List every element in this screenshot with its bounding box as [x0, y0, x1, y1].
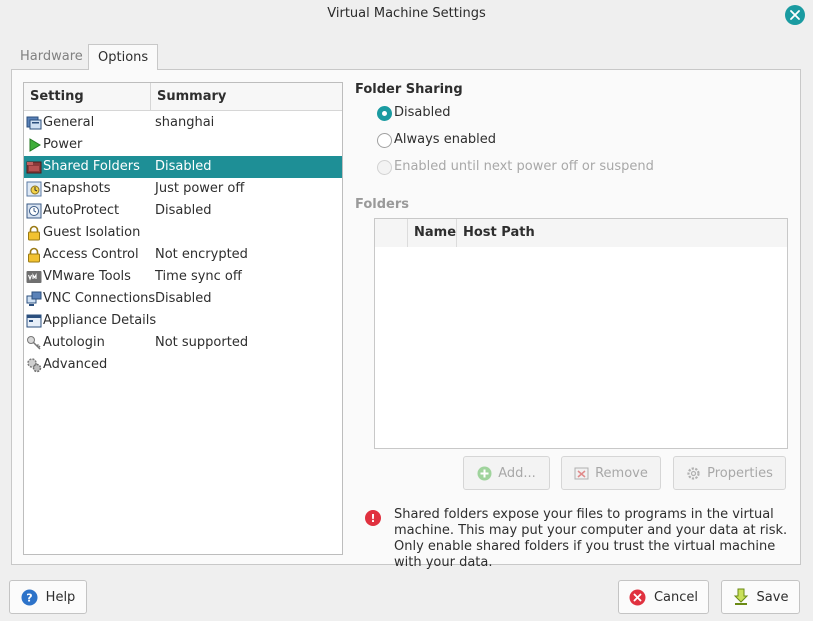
- folder-sharing-title: Folder Sharing: [355, 82, 463, 97]
- radio-label: Always enabled: [394, 132, 497, 147]
- list-item-guest-isolation[interactable]: Guest Isolation: [24, 222, 342, 244]
- close-button[interactable]: [785, 5, 805, 25]
- setting-name: Appliance Details: [43, 313, 157, 328]
- list-item-snapshots[interactable]: Snapshots Just power off: [24, 178, 342, 200]
- setting-name: AutoProtect: [43, 203, 120, 218]
- appliance-icon: [26, 314, 42, 328]
- list-item-advanced[interactable]: Advanced: [24, 354, 342, 376]
- setting-summary: Disabled: [155, 159, 212, 174]
- remove-button-label: Remove: [595, 465, 648, 481]
- setting-summary: Time sync off: [155, 269, 242, 284]
- list-item-vnc-connections[interactable]: VNC Connections Disabled: [24, 288, 342, 310]
- tab-hardware[interactable]: Hardware: [11, 44, 92, 70]
- shared-folders-pane: Folder Sharing Disabled Always enabled E…: [355, 70, 801, 570]
- column-header-summary[interactable]: Summary: [157, 89, 226, 104]
- column-header-name[interactable]: Name: [414, 225, 456, 240]
- column-header-setting[interactable]: Setting: [30, 89, 84, 104]
- setting-name: Autologin: [43, 335, 105, 350]
- cancel-button-label: Cancel: [653, 589, 699, 605]
- radio-indicator: [377, 160, 392, 175]
- window-title: Virtual Machine Settings: [327, 6, 486, 21]
- autoprotect-icon: [26, 203, 42, 219]
- lock-icon: [28, 225, 40, 241]
- remove-button: Remove: [561, 456, 661, 490]
- setting-name: VNC Connections: [43, 291, 156, 306]
- radio-indicator: [377, 133, 392, 148]
- setting-summary: Not encrypted: [155, 247, 248, 262]
- help-icon: ?: [21, 589, 38, 605]
- title-bar: Virtual Machine Settings: [0, 0, 813, 30]
- setting-summary: Disabled: [155, 291, 212, 306]
- setting-summary: Not supported: [155, 335, 249, 350]
- options-panel: Setting Summary General shanghai Power S…: [11, 69, 801, 570]
- list-header: Setting Summary: [24, 83, 342, 111]
- list-item-vmware-tools[interactable]: VMware Tools Time sync off: [24, 266, 342, 288]
- lock-icon: [28, 247, 40, 263]
- add-icon: [477, 466, 492, 480]
- save-icon: [733, 588, 748, 605]
- setting-name: Snapshots: [43, 181, 111, 196]
- folders-table-body: [375, 247, 787, 448]
- shared-folders-icon: [26, 161, 42, 174]
- gear-icon: [687, 466, 700, 480]
- setting-name: Guest Isolation: [43, 225, 141, 240]
- setting-name: Advanced: [43, 357, 108, 372]
- column-header-host-path[interactable]: Host Path: [463, 225, 535, 240]
- general-icon: [26, 116, 42, 130]
- folders-table: Name Host Path: [374, 218, 788, 449]
- properties-button: Properties: [673, 456, 786, 490]
- remove-icon: [574, 467, 589, 479]
- properties-button-label: Properties: [707, 465, 773, 481]
- snapshots-icon: [26, 181, 42, 197]
- setting-name: General: [43, 115, 95, 130]
- radio-label: Disabled: [394, 105, 451, 120]
- setting-summary: Just power off: [155, 181, 245, 196]
- list-item-power[interactable]: Power: [24, 134, 342, 156]
- help-button[interactable]: ? Help: [9, 580, 87, 614]
- setting-name: Shared Folders: [43, 159, 140, 174]
- save-button[interactable]: Save: [721, 580, 800, 614]
- power-icon: [29, 138, 41, 152]
- tab-options[interactable]: Options: [88, 44, 159, 70]
- setting-name: VMware Tools: [43, 269, 131, 284]
- add-button-label: Add...: [498, 465, 536, 481]
- column-separator: [150, 83, 151, 111]
- list-item-shared-folders[interactable]: Shared Folders Disabled: [24, 156, 342, 178]
- setting-name: Power: [43, 137, 83, 152]
- list-item-appliance-details[interactable]: Appliance Details: [24, 310, 342, 332]
- list-item-general[interactable]: General shanghai: [24, 112, 342, 134]
- warning-icon: !: [365, 510, 381, 526]
- vmware-tools-icon: [26, 271, 42, 283]
- list-item-access-control[interactable]: Access Control Not encrypted: [24, 244, 342, 266]
- vnc-icon: [26, 291, 42, 306]
- add-button: Add...: [463, 456, 550, 490]
- folders-table-header: Name Host Path: [375, 219, 787, 247]
- setting-summary: Disabled: [155, 203, 212, 218]
- column-separator: [456, 219, 457, 247]
- column-separator: [407, 219, 408, 247]
- save-button-label: Save: [756, 589, 789, 605]
- close-icon: [790, 10, 800, 20]
- setting-summary: shanghai: [155, 115, 215, 130]
- key-icon: [27, 336, 41, 350]
- svg-text:?: ?: [26, 591, 32, 604]
- help-button-label: Help: [45, 589, 76, 605]
- gears-icon: [27, 358, 42, 373]
- settings-list: Setting Summary General shanghai Power S…: [23, 82, 343, 555]
- cancel-button[interactable]: Cancel: [618, 580, 709, 614]
- list-item-autologin[interactable]: Autologin Not supported: [24, 332, 342, 354]
- warning-text: Shared folders expose your files to prog…: [394, 507, 788, 570]
- radio-label: Enabled until next power off or suspend: [394, 159, 654, 174]
- radio-indicator: [377, 106, 392, 121]
- setting-name: Access Control: [43, 247, 139, 262]
- cancel-icon: [629, 589, 646, 605]
- folders-title: Folders: [355, 197, 410, 212]
- list-item-autoprotect[interactable]: AutoProtect Disabled: [24, 200, 342, 222]
